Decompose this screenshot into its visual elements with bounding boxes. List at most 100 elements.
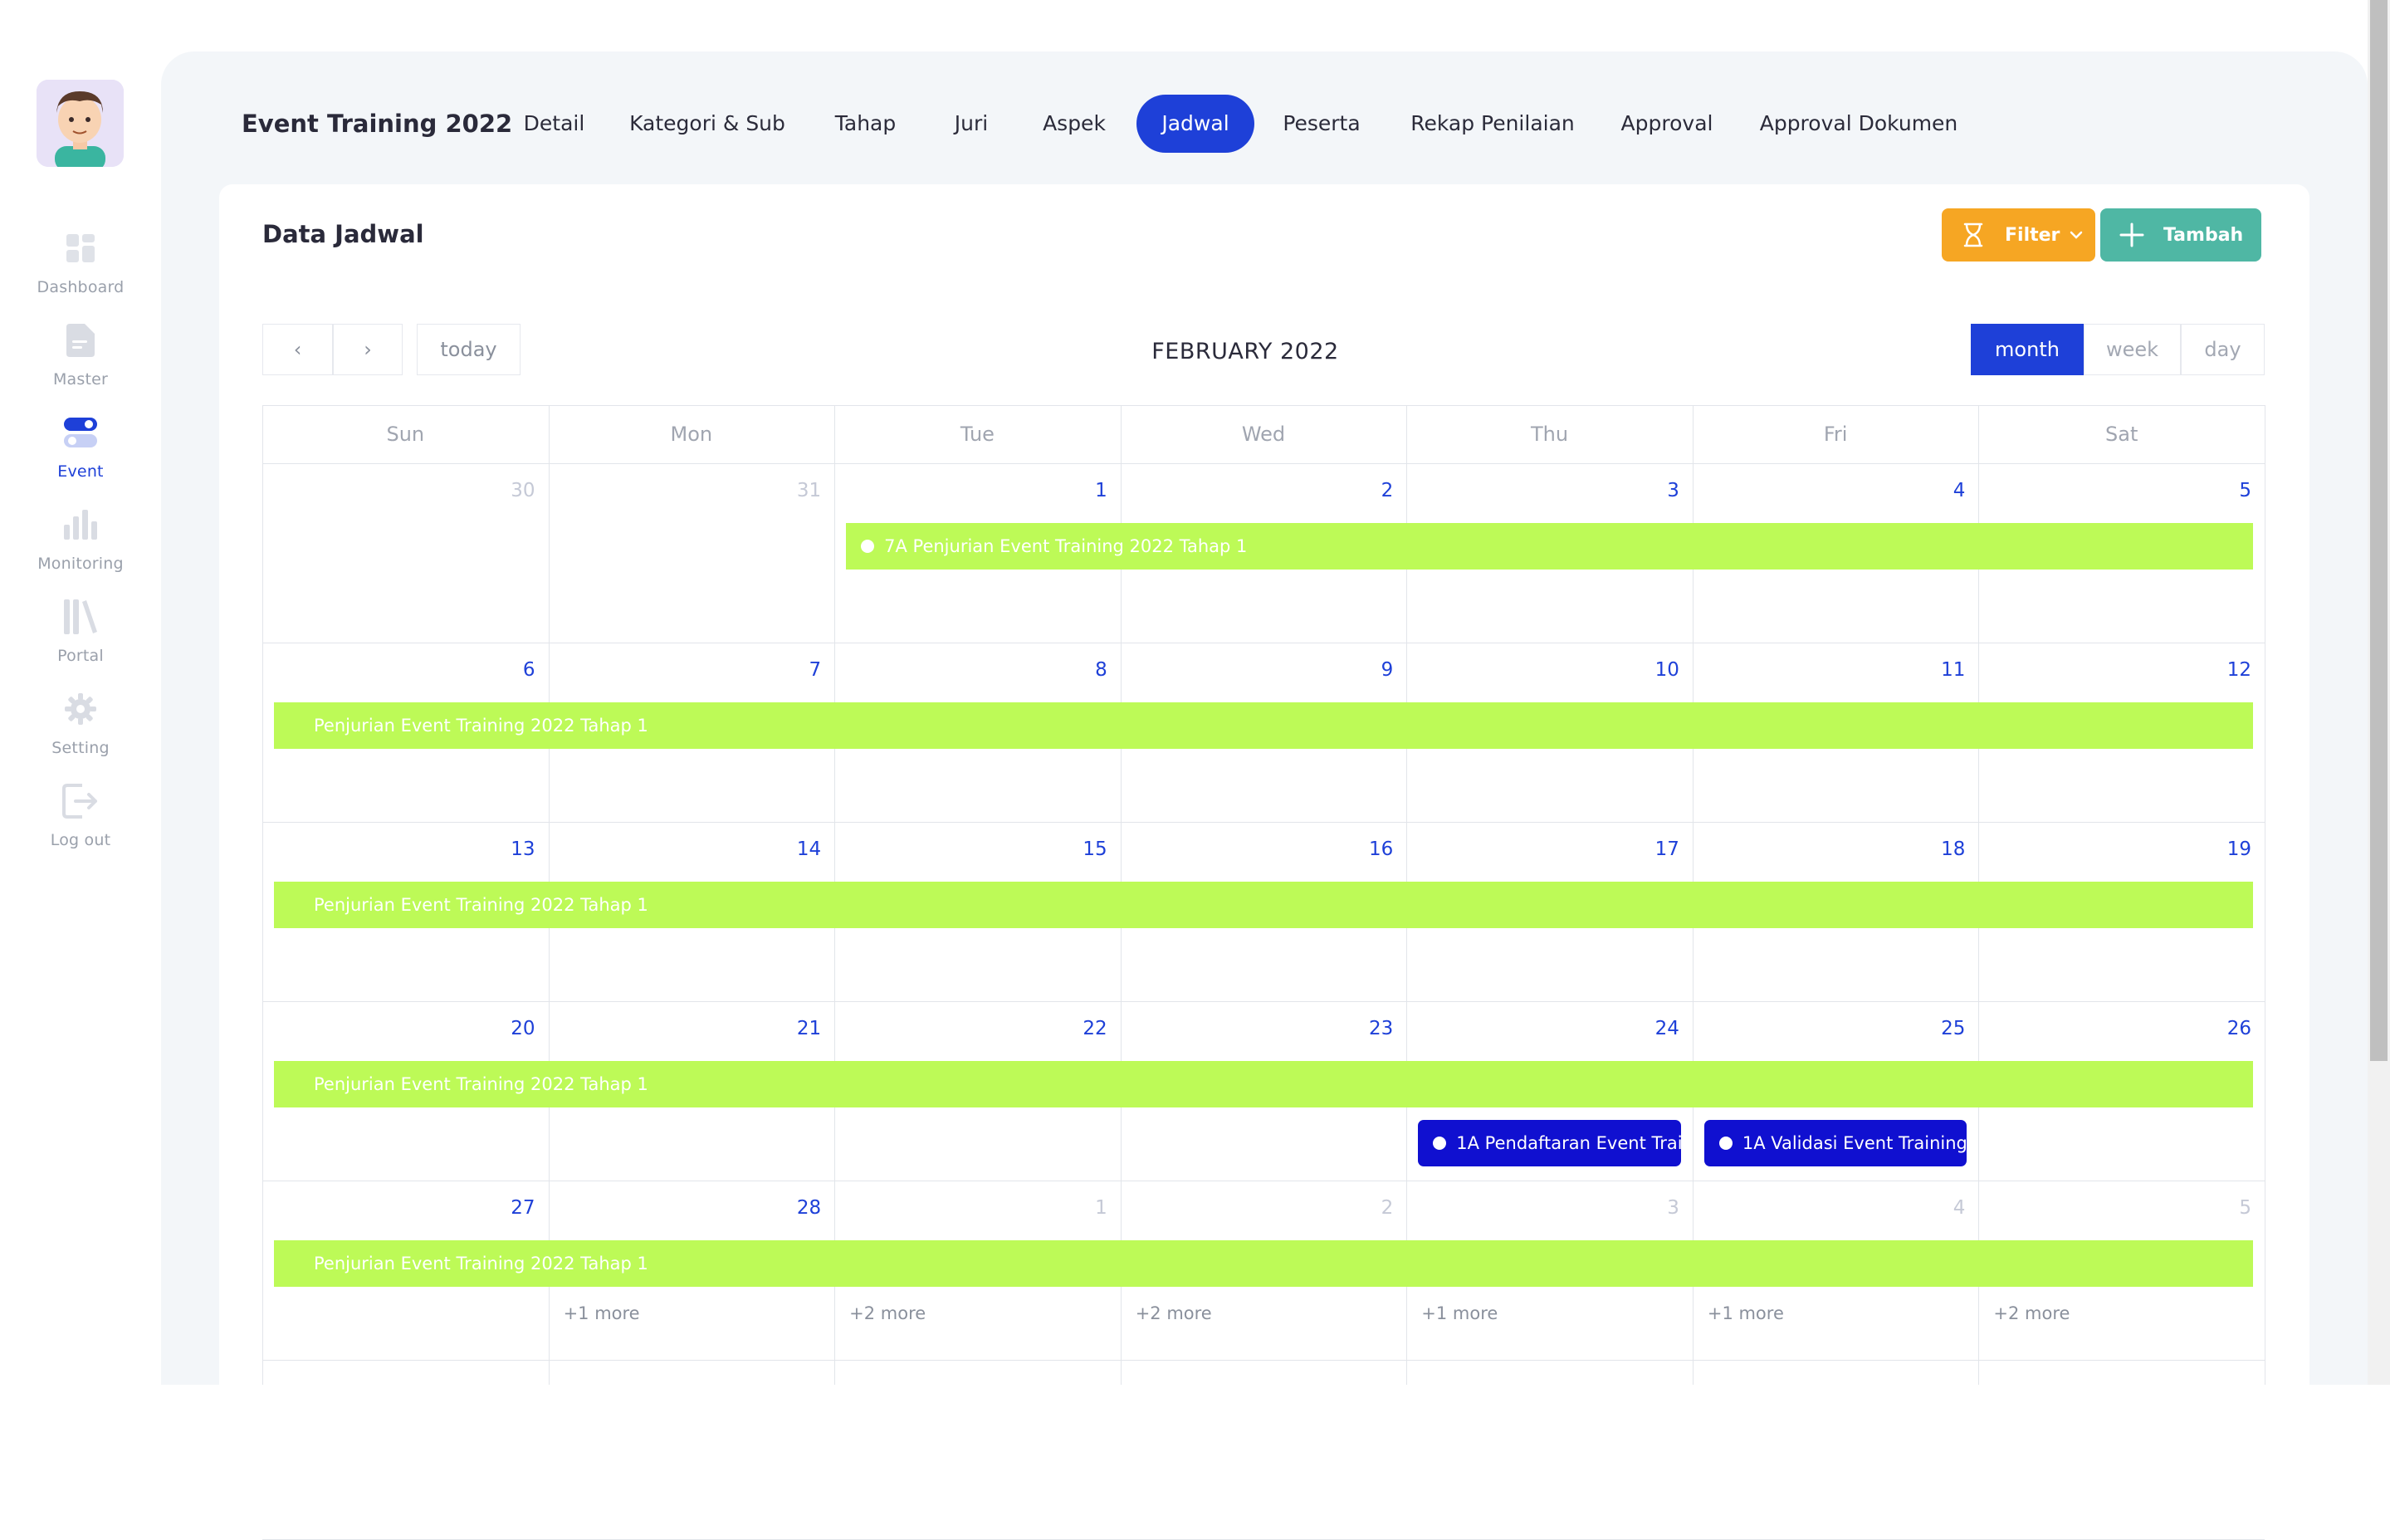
- grid-row-line: [262, 822, 2265, 823]
- day-number[interactable]: 7: [771, 659, 822, 681]
- day-number[interactable]: 2: [1343, 480, 1394, 501]
- plus-icon: [2119, 222, 2145, 248]
- day-number[interactable]: 6: [486, 659, 535, 681]
- day-number[interactable]: 23: [1343, 1018, 1393, 1039]
- grid-row-line: [262, 463, 2265, 464]
- document-icon: [62, 322, 99, 359]
- day-number[interactable]: 31: [771, 480, 821, 501]
- calendar-title: FEBRUARY 2022: [1151, 339, 1339, 364]
- tab-jadwal[interactable]: Jadwal: [1136, 95, 1254, 153]
- more-events-link[interactable]: +2 more: [849, 1303, 926, 1323]
- sidebar-item-label: Dashboard: [37, 278, 125, 296]
- tab-approval-dokumen[interactable]: Approval Dokumen: [1757, 95, 1961, 153]
- day-number[interactable]: 16: [1343, 838, 1393, 860]
- day-number[interactable]: 26: [2202, 1018, 2251, 1039]
- day-number[interactable]: 21: [771, 1018, 821, 1039]
- day-number[interactable]: 5: [2202, 1197, 2251, 1219]
- scrollbar-thumb[interactable]: [2370, 0, 2388, 1061]
- event-bar[interactable]: Penjurian Event Training 2022 Tahap 1: [274, 1240, 2253, 1287]
- view-day-button[interactable]: day: [2181, 324, 2265, 375]
- day-number[interactable]: 1: [1058, 480, 1107, 501]
- sidebar-item-label: Monitoring: [37, 555, 124, 573]
- tab-detail[interactable]: Detail: [515, 95, 594, 153]
- sidebar-item-setting[interactable]: Setting: [0, 691, 161, 774]
- tab-rekap-penilaian[interactable]: Rekap Penilaian: [1405, 95, 1580, 153]
- day-number[interactable]: 14: [771, 838, 821, 860]
- grid-row-line: [262, 1360, 2265, 1361]
- event-pill[interactable]: 1A Pendaftaran Event Training 2022: [1418, 1120, 1681, 1166]
- day-number[interactable]: 22: [1058, 1018, 1107, 1039]
- day-number[interactable]: 1: [1058, 1197, 1107, 1219]
- day-number[interactable]: 24: [1630, 1018, 1679, 1039]
- next-button[interactable]: ›: [333, 324, 403, 375]
- prev-button[interactable]: ‹: [262, 324, 333, 375]
- event-dot-icon: [1718, 1137, 1733, 1150]
- event-bar[interactable]: Penjurian Event Training 2022 Tahap 1: [274, 1061, 2253, 1107]
- day-number[interactable]: 19: [2202, 838, 2251, 860]
- day-number[interactable]: 4: [1915, 480, 1966, 501]
- gear-icon: [62, 691, 99, 727]
- day-number[interactable]: 12: [2202, 659, 2251, 681]
- day-number[interactable]: 5: [2202, 480, 2251, 501]
- card-title: Data Jadwal: [262, 220, 424, 248]
- day-number[interactable]: 8: [1058, 659, 1107, 681]
- sidebar: Dashboard Master Event Monitoring Portal…: [0, 0, 161, 1385]
- day-number[interactable]: 4: [1915, 1197, 1966, 1219]
- day-number[interactable]: 20: [486, 1018, 535, 1039]
- sidebar-item-logout[interactable]: Log out: [0, 783, 161, 866]
- more-events-link[interactable]: +1 more: [1708, 1303, 1784, 1323]
- day-number[interactable]: 2: [1343, 1197, 1394, 1219]
- sidebar-item-label: Master: [52, 370, 109, 389]
- day-number[interactable]: 30: [486, 480, 535, 501]
- day-number[interactable]: 9: [1343, 659, 1394, 681]
- view-month-button[interactable]: month: [1971, 324, 2084, 375]
- grid-column-line: [262, 405, 263, 1385]
- filter-button[interactable]: Filter: [1942, 208, 2095, 262]
- view-week-button[interactable]: week: [2084, 324, 2181, 375]
- day-number[interactable]: 25: [1915, 1018, 1965, 1039]
- day-number[interactable]: 15: [1058, 838, 1107, 860]
- day-number[interactable]: 28: [771, 1197, 821, 1219]
- day-number[interactable]: 17: [1630, 838, 1679, 860]
- tab-juri[interactable]: Juri: [941, 95, 1001, 153]
- event-pill[interactable]: 1A Validasi Event Training 2022: [1703, 1120, 1967, 1166]
- day-number[interactable]: 27: [486, 1197, 535, 1219]
- day-number[interactable]: 18: [1915, 838, 1965, 860]
- tab-approval[interactable]: Approval: [1619, 95, 1715, 153]
- event-bar[interactable]: Penjurian Event Training 2022 Tahap 1: [274, 882, 2253, 928]
- page-title: Event Training 2022: [242, 110, 513, 138]
- sidebar-item-event[interactable]: Event: [0, 414, 161, 497]
- weekday-header: Sat: [2105, 423, 2138, 446]
- sidebar-item-dashboard[interactable]: Dashboard: [0, 230, 161, 313]
- avatar[interactable]: [37, 80, 124, 167]
- tab-aspek[interactable]: Aspek: [1033, 95, 1116, 153]
- more-events-link[interactable]: +2 more: [1136, 1303, 1212, 1323]
- tab-peserta[interactable]: Peserta: [1277, 95, 1366, 153]
- sidebar-item-label: Portal: [57, 647, 104, 665]
- more-events-link[interactable]: +2 more: [1993, 1303, 2070, 1323]
- day-number[interactable]: 11: [1915, 659, 1965, 681]
- sidebar-item-portal[interactable]: Portal: [0, 599, 161, 682]
- event-label: Penjurian Event Training 2022 Tahap 1: [314, 1254, 648, 1274]
- day-number[interactable]: 10: [1630, 659, 1679, 681]
- event-label: 7A Penjurian Event Training 2022 Tahap 1: [884, 536, 1248, 556]
- sidebar-item-master[interactable]: Master: [0, 322, 161, 405]
- tab-kategori-sub[interactable]: Kategori & Sub: [624, 95, 790, 153]
- day-number[interactable]: 13: [486, 838, 535, 860]
- grid-row-line: [262, 1001, 2265, 1002]
- add-button[interactable]: Tambah: [2100, 208, 2261, 262]
- today-button[interactable]: today: [417, 324, 521, 375]
- event-dot-icon: [1433, 1137, 1447, 1150]
- day-number[interactable]: 3: [1630, 480, 1679, 501]
- event-dot-icon: [861, 540, 875, 553]
- tab-tahap[interactable]: Tahap: [822, 95, 909, 153]
- filter-label: Filter: [2005, 224, 2060, 246]
- logout-icon: [62, 783, 99, 819]
- event-bar[interactable]: Penjurian Event Training 2022 Tahap 1: [274, 702, 2253, 749]
- event-bar[interactable]: 7A Penjurian Event Training 2022 Tahap 1: [846, 523, 2253, 570]
- more-events-link[interactable]: +1 more: [1421, 1303, 1498, 1323]
- sidebar-item-monitoring[interactable]: Monitoring: [0, 506, 161, 589]
- weekday-header: Mon: [670, 423, 713, 446]
- day-number[interactable]: 3: [1630, 1197, 1679, 1219]
- more-events-link[interactable]: +1 more: [564, 1303, 640, 1323]
